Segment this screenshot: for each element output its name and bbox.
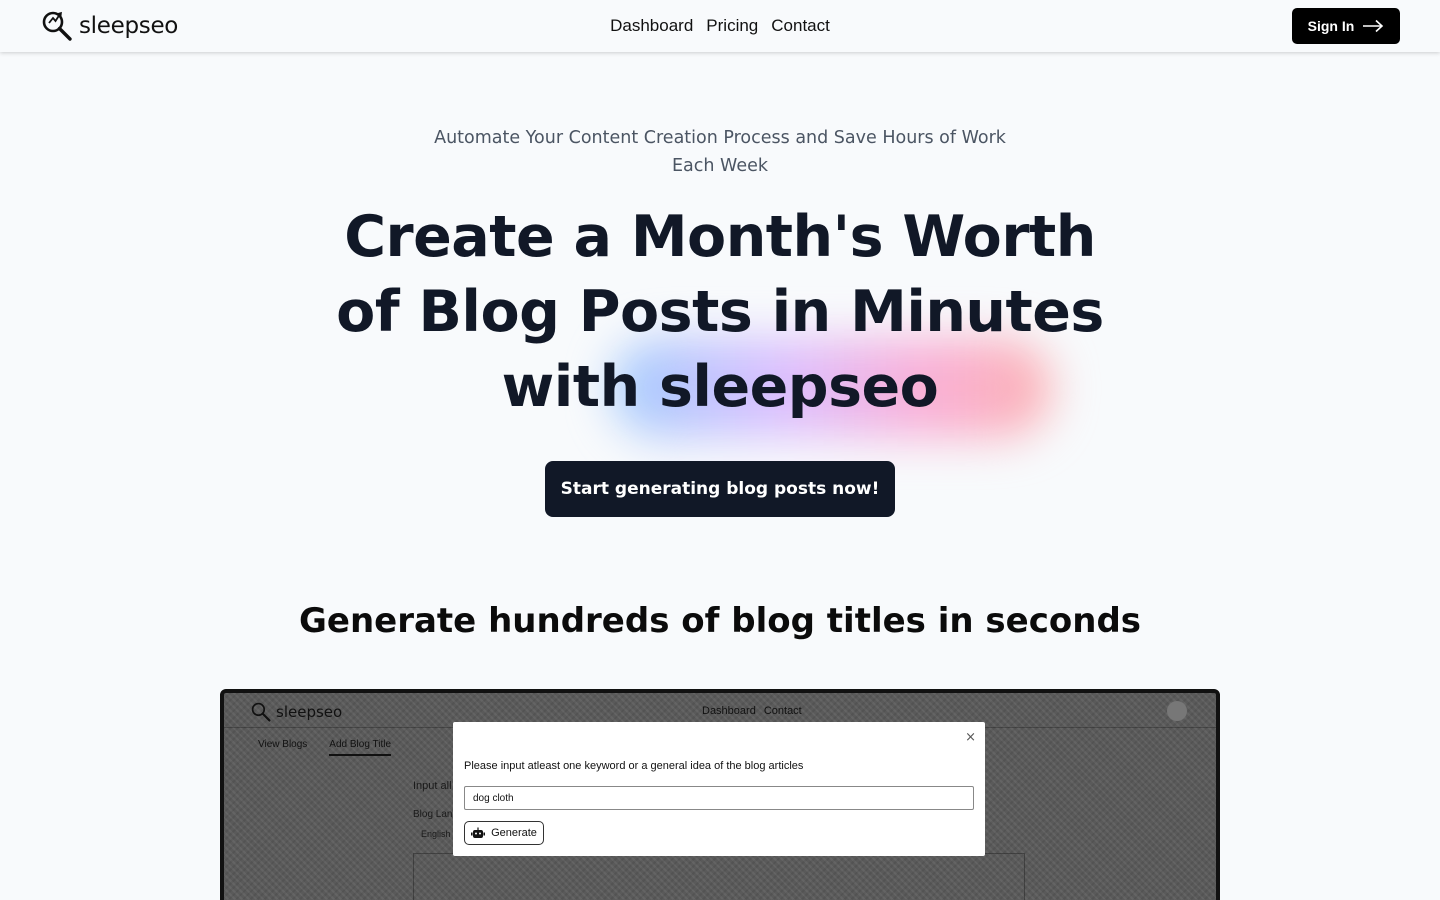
nav-link-pricing[interactable]: Pricing <box>706 16 758 36</box>
navbar: sleepseo Dashboard Pricing Contact Sign … <box>0 0 1440 52</box>
demo-magnifier-logo-icon <box>251 702 271 722</box>
sign-in-label: Sign In <box>1307 18 1355 34</box>
generate-button: Generate <box>464 821 544 845</box>
hero-headline: Create a Month's Worth of Blog Posts in … <box>336 204 1104 420</box>
arrow-right-icon <box>1363 19 1384 33</box>
generate-label: Generate <box>491 827 537 839</box>
demo-language-value: English <box>421 829 451 839</box>
nav-link-dashboard[interactable]: Dashboard <box>610 16 693 36</box>
demo-brand: sleepseo <box>250 701 342 723</box>
demo-content-box <box>413 853 1025 900</box>
magnifier-logo-icon <box>42 11 72 41</box>
demo-nav-dashboard: Dashboard <box>702 705 756 717</box>
demo-avatar <box>1167 701 1187 721</box>
demo-brand-name: sleepseo <box>276 703 343 721</box>
nav-link-contact[interactable]: Contact <box>771 16 830 36</box>
demo-input-label: Input all <box>413 780 452 792</box>
sign-in-button[interactable]: Sign In <box>1292 8 1400 44</box>
keyword-input <box>464 786 974 810</box>
brand-name: sleepseo <box>79 13 179 39</box>
modal-prompt: Please input atleast one keyword or a ge… <box>464 760 804 772</box>
hero-subtitle: Automate Your Content Creation Process a… <box>434 128 1006 176</box>
demo-tab-view-blogs: View Blogs <box>258 739 308 750</box>
brand-logo[interactable]: sleepseo <box>40 8 178 44</box>
demo-tabs: View Blogs Add Blog Title <box>258 739 392 756</box>
close-icon: × <box>965 730 976 745</box>
demo-language-label: Blog Lan <box>413 809 453 820</box>
main-nav: Dashboard Pricing Contact <box>0 0 1440 52</box>
section-title: Generate hundreds of blog titles in seco… <box>298 601 1142 641</box>
generate-modal: × Please input atleast one keyword or a … <box>453 722 985 856</box>
demo-screenshot: sleepseo Dashboard Contact View Blogs Ad… <box>220 689 1220 900</box>
start-generating-button[interactable]: Start generating blog posts now! <box>545 461 895 517</box>
demo-tab-add-blog-title: Add Blog Title <box>329 739 392 756</box>
demo-nav-contact: Contact <box>763 705 802 717</box>
robot-icon <box>471 827 486 838</box>
demo-nav: Dashboard Contact <box>702 705 802 717</box>
